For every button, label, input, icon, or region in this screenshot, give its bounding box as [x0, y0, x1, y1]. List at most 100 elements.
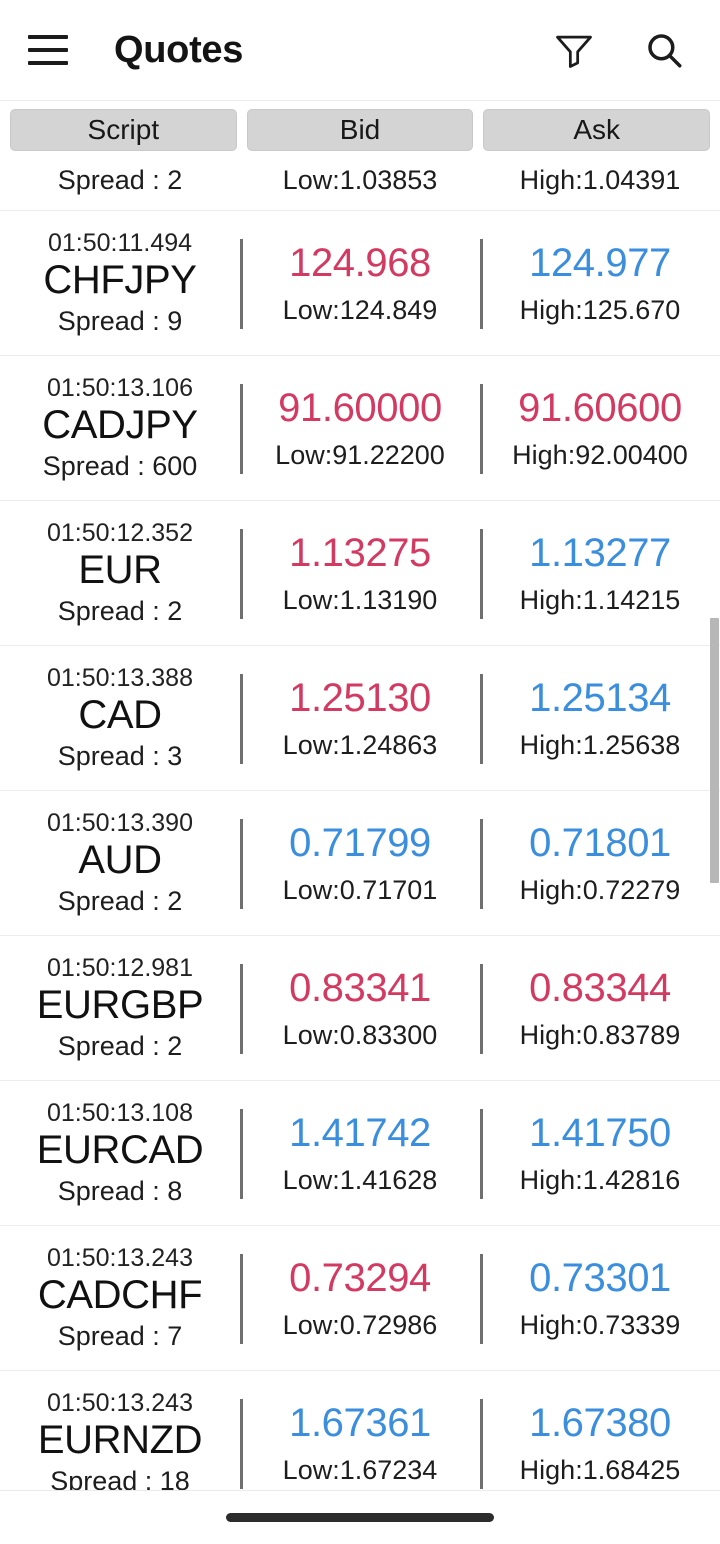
column-divider — [480, 964, 483, 1054]
row-bid-cell[interactable]: 0.83341 Low:0.83300 — [240, 936, 480, 1080]
table-row[interactable]: 01:50:12.981 EURGBP Spread : 2 0.83341 Low:0… — [0, 936, 720, 1081]
row-ask-cell[interactable]: 91.60600 High:92.00400 — [480, 356, 720, 500]
row-high: High:1.42816 — [519, 1164, 681, 1195]
row-ask-price: 1.67380 — [529, 1400, 671, 1445]
table-row[interactable]: 01:50:13.106 CADJPY Spread : 600 91.60000 Lo… — [0, 356, 720, 501]
row-ask-price: 1.41750 — [529, 1110, 671, 1155]
row-timestamp: 01:50:13.390 — [47, 808, 193, 837]
row-ask-cell[interactable]: 0.71801 High:0.72279 — [480, 791, 720, 935]
column-divider — [240, 819, 243, 909]
row-timestamp: 01:50:13.106 — [47, 373, 193, 402]
row-script-cell[interactable]: 01:50:13.108 EURCAD Spread : 8 — [0, 1081, 240, 1225]
row-ask-cell[interactable]: 0.73301 High:0.73339 — [480, 1226, 720, 1370]
quotes-list[interactable]: Script Bid Ask Spread : 2 Low:1.03853 High… — [0, 100, 720, 1490]
row-bid-cell[interactable]: 0.73294 Low:0.72986 — [240, 1226, 480, 1370]
column-header-ask[interactable]: Ask — [483, 109, 711, 151]
home-indicator[interactable] — [226, 1513, 494, 1522]
row-low: Low:0.72986 — [282, 1309, 438, 1340]
row-low: Low:0.83300 — [282, 1019, 438, 1050]
row-symbol: CADJPY — [42, 402, 198, 447]
row-bid-cell[interactable]: 1.41742 Low:1.41628 — [240, 1081, 480, 1225]
row-low: Low:1.03853 — [282, 165, 438, 196]
row-timestamp: 01:50:13.108 — [47, 1098, 193, 1127]
row-script-cell[interactable]: 01:50:12.981 EURGBP Spread : 2 — [0, 936, 240, 1080]
row-ask-cell[interactable]: 1.41750 High:1.42816 — [480, 1081, 720, 1225]
row-spread: Spread : 9 — [57, 305, 183, 336]
app-bar: Quotes — [0, 0, 720, 100]
row-bid-price: 0.83341 — [289, 965, 431, 1010]
row-ask-cell[interactable]: 1.13277 High:1.14215 — [480, 501, 720, 645]
column-divider — [240, 1254, 243, 1344]
row-spread: Spread : 18 — [50, 1465, 190, 1490]
table-row[interactable]: 01:50:13.243 EURNZD Spread : 18 1.67361 Low:… — [0, 1371, 720, 1490]
table-row[interactable]: 01:50:11.494 CHFJPY Spread : 9 124.968 Low:1… — [0, 211, 720, 356]
table-row[interactable]: 01:50:13.243 CADCHF Spread : 7 0.73294 Low:0… — [0, 1226, 720, 1371]
row-low: Low:1.24863 — [282, 729, 438, 760]
row-ask-cell[interactable]: 124.977 High:125.670 — [480, 211, 720, 355]
row-script-cell[interactable]: 01:50:13.243 CADCHF Spread : 7 — [0, 1226, 240, 1370]
row-ask-price: 1.13277 — [529, 530, 671, 575]
row-ask-price: 1.25134 — [529, 675, 671, 720]
table-row[interactable]: 01:50:13.108 EURCAD Spread : 8 1.41742 Low:1… — [0, 1081, 720, 1226]
list-scrollbar-thumb[interactable] — [710, 618, 719, 883]
row-bid-cell[interactable]: 1.25130 Low:1.24863 — [240, 646, 480, 790]
row-bid-price: 1.67361 — [289, 1400, 431, 1445]
row-timestamp: 01:50:13.243 — [47, 1388, 193, 1417]
list-scrollbar[interactable] — [710, 101, 720, 1490]
row-script-cell[interactable]: 01:50:13.388 CAD Spread : 3 — [0, 646, 240, 790]
column-divider — [480, 674, 483, 764]
column-divider — [240, 1399, 243, 1489]
row-bid-cell[interactable]: 124.968 Low:124.849 — [240, 211, 480, 355]
column-header-bar: Script Bid Ask — [0, 109, 720, 151]
row-bid-cell[interactable]: 0.71799 Low:0.71701 — [240, 791, 480, 935]
row-high: High:1.14215 — [519, 584, 681, 615]
row-script-cell[interactable]: 01:50:12.352 EUR Spread : 2 — [0, 501, 240, 645]
column-divider — [480, 384, 483, 474]
row-high: High:0.73339 — [519, 1309, 681, 1340]
column-divider — [240, 239, 243, 329]
row-bid-price: 0.73294 — [289, 1255, 431, 1300]
row-spread: Spread : 3 — [57, 740, 183, 771]
row-low: Low:1.67234 — [282, 1454, 438, 1485]
row-symbol: EURGBP — [36, 982, 204, 1027]
column-divider — [480, 819, 483, 909]
column-divider — [240, 1109, 243, 1199]
quote-rows-container: Spread : 2 Low:1.03853 High:1.04391 01:50:1… — [0, 101, 720, 1490]
row-bid-price: 124.968 — [289, 240, 431, 285]
row-script-cell[interactable]: 01:50:13.243 EURNZD Spread : 18 — [0, 1371, 240, 1490]
row-high: High:0.83789 — [519, 1019, 681, 1050]
row-spread: Spread : 600 — [42, 450, 198, 481]
row-script-cell[interactable]: 01:50:13.390 AUD Spread : 2 — [0, 791, 240, 935]
column-header-script[interactable]: Script — [10, 109, 237, 151]
system-navigation-bar — [0, 1490, 720, 1544]
row-low: Low:1.41628 — [282, 1164, 438, 1195]
row-ask-cell[interactable]: 0.83344 High:0.83789 — [480, 936, 720, 1080]
row-spread: Spread : 8 — [57, 1175, 183, 1206]
row-script-cell[interactable]: 01:50:13.106 CADJPY Spread : 600 — [0, 356, 240, 500]
row-ask-price: 0.83344 — [529, 965, 671, 1010]
table-row[interactable]: 01:50:12.352 EUR Spread : 2 1.13275 Low:1.13… — [0, 501, 720, 646]
row-ask-cell[interactable]: 1.67380 High:1.68425 — [480, 1371, 720, 1490]
table-row[interactable]: 01:50:13.390 AUD Spread : 2 0.71799 Low:0.71… — [0, 791, 720, 936]
row-low: Low:0.71701 — [282, 874, 438, 905]
column-divider — [240, 384, 243, 474]
filter-funnel-icon[interactable] — [546, 22, 602, 78]
row-bid-cell[interactable]: 91.60000 Low:91.22200 — [240, 356, 480, 500]
search-icon[interactable] — [636, 22, 692, 78]
column-header-bid[interactable]: Bid — [246, 109, 474, 151]
column-divider — [480, 1109, 483, 1199]
row-high: High:1.04391 — [519, 165, 681, 196]
row-bid-cell[interactable]: 1.67361 Low:1.67234 — [240, 1371, 480, 1490]
row-bid-cell[interactable]: 1.13275 Low:1.13190 — [240, 501, 480, 645]
table-row[interactable]: 01:50:13.388 CAD Spread : 3 1.25130 Low:1.24… — [0, 646, 720, 791]
row-high: High:92.00400 — [512, 439, 688, 470]
row-ask-cell[interactable]: 1.25134 High:1.25638 — [480, 646, 720, 790]
column-divider — [240, 964, 243, 1054]
hamburger-menu-icon[interactable] — [26, 28, 70, 72]
page-title: Quotes — [114, 29, 244, 71]
row-symbol: CHFJPY — [43, 257, 197, 302]
row-bid-price: 0.71799 — [289, 820, 431, 865]
row-script-cell[interactable]: 01:50:11.494 CHFJPY Spread : 9 — [0, 211, 240, 355]
column-divider — [480, 529, 483, 619]
row-low: Low:1.13190 — [282, 584, 438, 615]
